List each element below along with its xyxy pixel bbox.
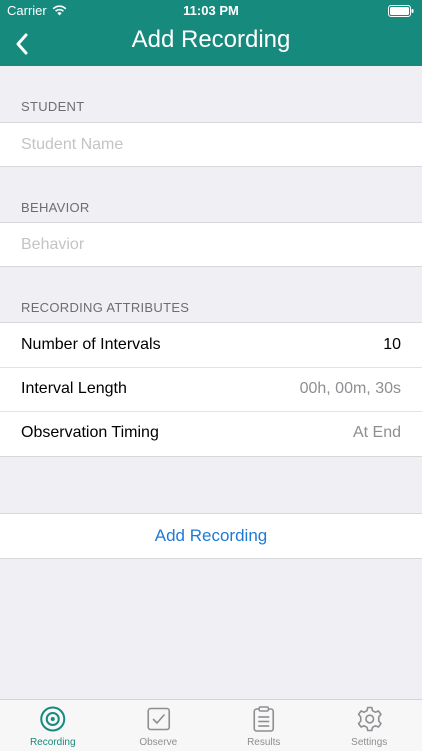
tab-observe-label: Observe <box>106 737 212 748</box>
observation-timing-label: Observation Timing <box>21 424 159 442</box>
interval-length-label: Interval Length <box>21 380 127 398</box>
interval-length-value: 00h, 00m, 30s <box>300 380 401 398</box>
tab-results[interactable]: Results <box>211 700 317 751</box>
behavior-section-header: BEHAVIOR <box>21 200 90 215</box>
page-title: Add Recording <box>0 26 422 54</box>
behavior-input[interactable] <box>21 223 401 266</box>
recording-attributes-header: RECORDING ATTRIBUTES <box>21 300 189 315</box>
tab-recording-label: Recording <box>0 737 106 748</box>
checkbox-icon <box>106 706 212 732</box>
status-bar: Carrier 11:03 PM <box>0 0 422 22</box>
behavior-group <box>0 222 422 267</box>
observation-timing-row[interactable]: Observation Timing At End <box>0 411 422 455</box>
add-recording-button[interactable]: Add Recording <box>0 513 422 559</box>
status-time: 11:03 PM <box>0 3 422 18</box>
battery-icon <box>388 5 414 17</box>
tab-settings[interactable]: Settings <box>317 700 422 751</box>
tab-observe[interactable]: Observe <box>106 700 212 751</box>
tab-settings-label: Settings <box>317 737 422 748</box>
recording-attributes-group: Number of Intervals 10 Interval Length 0… <box>0 322 422 457</box>
tab-results-label: Results <box>211 737 317 748</box>
student-group <box>0 122 422 167</box>
gear-icon <box>317 706 422 732</box>
observation-timing-value: At End <box>353 424 401 442</box>
student-name-input[interactable] <box>21 123 401 166</box>
tab-bar: Recording Observe Results Settings <box>0 699 422 751</box>
number-of-intervals-row[interactable]: Number of Intervals 10 <box>0 323 422 367</box>
student-section-header: STUDENT <box>21 99 85 114</box>
navigation-header: Carrier 11:03 PM Add Recording <box>0 0 422 66</box>
number-of-intervals-label: Number of Intervals <box>21 336 161 354</box>
number-of-intervals-value: 10 <box>383 336 401 354</box>
list-icon <box>211 706 317 732</box>
interval-length-row[interactable]: Interval Length 00h, 00m, 30s <box>0 367 422 411</box>
tab-recording[interactable]: Recording <box>0 700 106 751</box>
target-icon <box>0 706 106 732</box>
